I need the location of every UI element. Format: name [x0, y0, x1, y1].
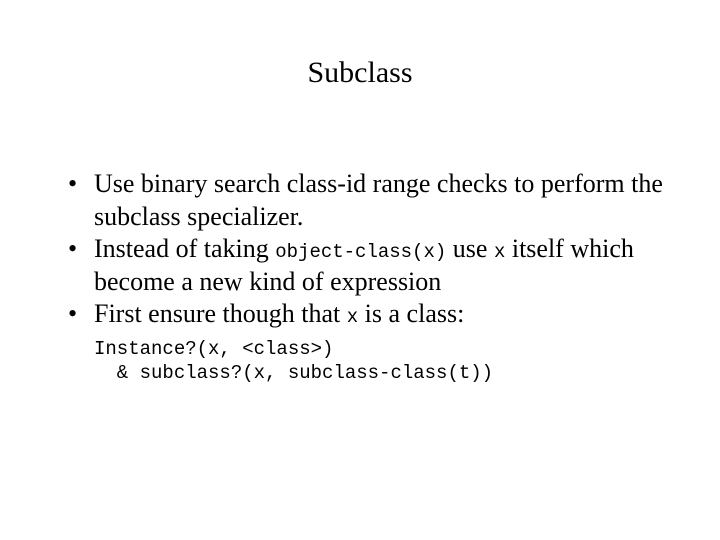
bullet-text-fragment: is a class: [358, 299, 464, 328]
bullet-item: First ensure though that x is a class: [66, 298, 666, 331]
inline-code: x [494, 241, 505, 263]
bullet-text-fragment: use [446, 234, 494, 263]
bullet-text-fragment: First ensure though that [94, 299, 347, 328]
slide: Subclass Use binary search class-id rang… [0, 0, 720, 540]
code-line: & subclass?(x, subclass-class(t)) [94, 362, 493, 384]
slide-body: Use binary search class-id range checks … [66, 168, 666, 386]
code-line: Instance?(x, <class>) [94, 338, 333, 360]
bullet-text: Use binary search class-id range checks … [94, 169, 663, 231]
code-block: Instance?(x, <class>) & subclass?(x, sub… [94, 337, 666, 386]
inline-code: object-class(x) [275, 241, 446, 263]
bullet-item: Use binary search class-id range checks … [66, 168, 666, 233]
bullet-item: Instead of taking object-class(x) use x … [66, 233, 666, 298]
bullet-list: Use binary search class-id range checks … [66, 168, 666, 331]
bullet-text-fragment: Instead of taking [94, 234, 275, 263]
slide-title: Subclass [0, 56, 720, 90]
inline-code: x [347, 306, 358, 328]
